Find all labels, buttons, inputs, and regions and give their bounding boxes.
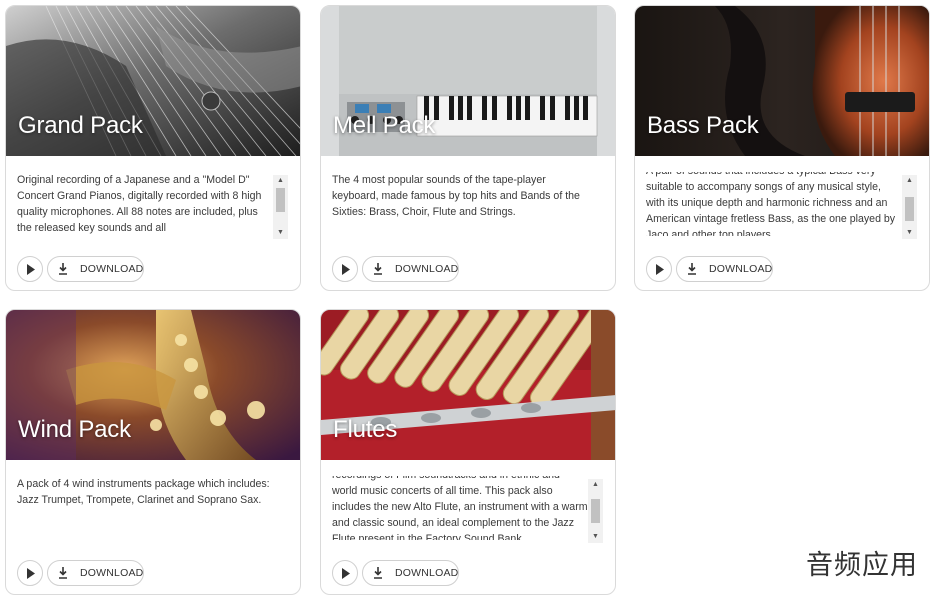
card-wind-pack: Wind Pack A pack of 4 wind instruments p… bbox=[5, 309, 301, 595]
scroll-down-arrow-icon[interactable]: ▼ bbox=[588, 531, 603, 543]
download-icon bbox=[374, 263, 382, 275]
card-description: Original recording of a Japanese and a "… bbox=[17, 172, 273, 236]
card-description: A pair of sounds that includes a typical… bbox=[646, 172, 902, 236]
description-scrollbar[interactable]: ▲ ▼ bbox=[273, 175, 288, 239]
description-scrollbar[interactable]: ▲ ▼ bbox=[902, 175, 917, 239]
download-button[interactable]: DOWNLOAD bbox=[47, 560, 144, 586]
play-button[interactable] bbox=[646, 256, 672, 282]
download-button[interactable]: DOWNLOAD bbox=[362, 560, 459, 586]
card-image-saxophone: Wind Pack bbox=[6, 310, 300, 460]
play-icon bbox=[342, 568, 350, 579]
download-button[interactable]: DOWNLOAD bbox=[362, 256, 459, 282]
description-scrollbar[interactable]: ▲ ▼ bbox=[588, 479, 603, 543]
download-button[interactable]: DOWNLOAD bbox=[47, 256, 144, 282]
play-button[interactable] bbox=[17, 560, 43, 586]
play-icon bbox=[656, 264, 664, 275]
card-mell-pack: Mell Pack The 4 most popular sounds of t… bbox=[320, 5, 616, 291]
card-description-text: A pair of sounds that includes a typical… bbox=[646, 172, 896, 236]
download-icon bbox=[688, 263, 696, 275]
play-button[interactable] bbox=[332, 560, 358, 586]
scroll-down-arrow-icon[interactable]: ▼ bbox=[902, 227, 917, 239]
scrollbar-thumb[interactable] bbox=[276, 188, 285, 212]
card-title: Grand Pack bbox=[18, 112, 143, 139]
download-button[interactable]: DOWNLOAD bbox=[676, 256, 773, 282]
card-image-mellotron: Mell Pack bbox=[321, 6, 615, 156]
watermark-text: 音频应用 bbox=[806, 550, 918, 580]
card-image-grand-piano: Grand Pack bbox=[6, 6, 300, 156]
download-label: DOWNLOAD bbox=[395, 263, 459, 275]
download-label: DOWNLOAD bbox=[80, 567, 144, 579]
scrollbar-thumb[interactable] bbox=[905, 197, 914, 221]
play-icon bbox=[342, 264, 350, 275]
card-bass-pack: Bass Pack A pair of sounds that includes… bbox=[634, 5, 930, 291]
play-button[interactable] bbox=[17, 256, 43, 282]
download-label: DOWNLOAD bbox=[709, 263, 773, 275]
scrollbar-thumb[interactable] bbox=[591, 499, 600, 523]
card-description: The 4 most popular sounds of the tape-pl… bbox=[332, 172, 588, 236]
scroll-up-arrow-icon[interactable]: ▲ bbox=[588, 479, 603, 491]
card-description: A pack of 4 wind instruments package whi… bbox=[17, 476, 273, 540]
card-description-text: recordings of Film soundtracks and in et… bbox=[332, 476, 588, 540]
card-image-bass-guitar: Bass Pack bbox=[635, 6, 929, 156]
card-title: Wind Pack bbox=[18, 416, 131, 443]
play-icon bbox=[27, 568, 35, 579]
download-icon bbox=[59, 263, 67, 275]
download-icon bbox=[59, 567, 67, 579]
scroll-up-arrow-icon[interactable]: ▲ bbox=[902, 175, 917, 187]
scroll-down-arrow-icon[interactable]: ▼ bbox=[273, 227, 288, 239]
card-description-text: Original recording of a Japanese and a "… bbox=[17, 174, 262, 234]
card-image-flutes: Flutes bbox=[321, 310, 615, 460]
card-flutes: Flutes recordings of Film soundtracks an… bbox=[320, 309, 616, 595]
card-title: Flutes bbox=[333, 416, 398, 443]
play-button[interactable] bbox=[332, 256, 358, 282]
download-label: DOWNLOAD bbox=[80, 263, 144, 275]
scroll-up-arrow-icon[interactable]: ▲ bbox=[273, 175, 288, 187]
card-description-text: A pack of 4 wind instruments package whi… bbox=[17, 478, 270, 506]
download-label: DOWNLOAD bbox=[395, 567, 459, 579]
play-icon bbox=[27, 264, 35, 275]
card-title: Bass Pack bbox=[647, 112, 759, 139]
card-grand-pack: Grand Pack Original recording of a Japan… bbox=[5, 5, 301, 291]
card-title: Mell Pack bbox=[333, 112, 436, 139]
card-description: recordings of Film soundtracks and in et… bbox=[332, 476, 588, 540]
card-description-text: The 4 most popular sounds of the tape-pl… bbox=[332, 174, 580, 218]
download-icon bbox=[374, 567, 382, 579]
